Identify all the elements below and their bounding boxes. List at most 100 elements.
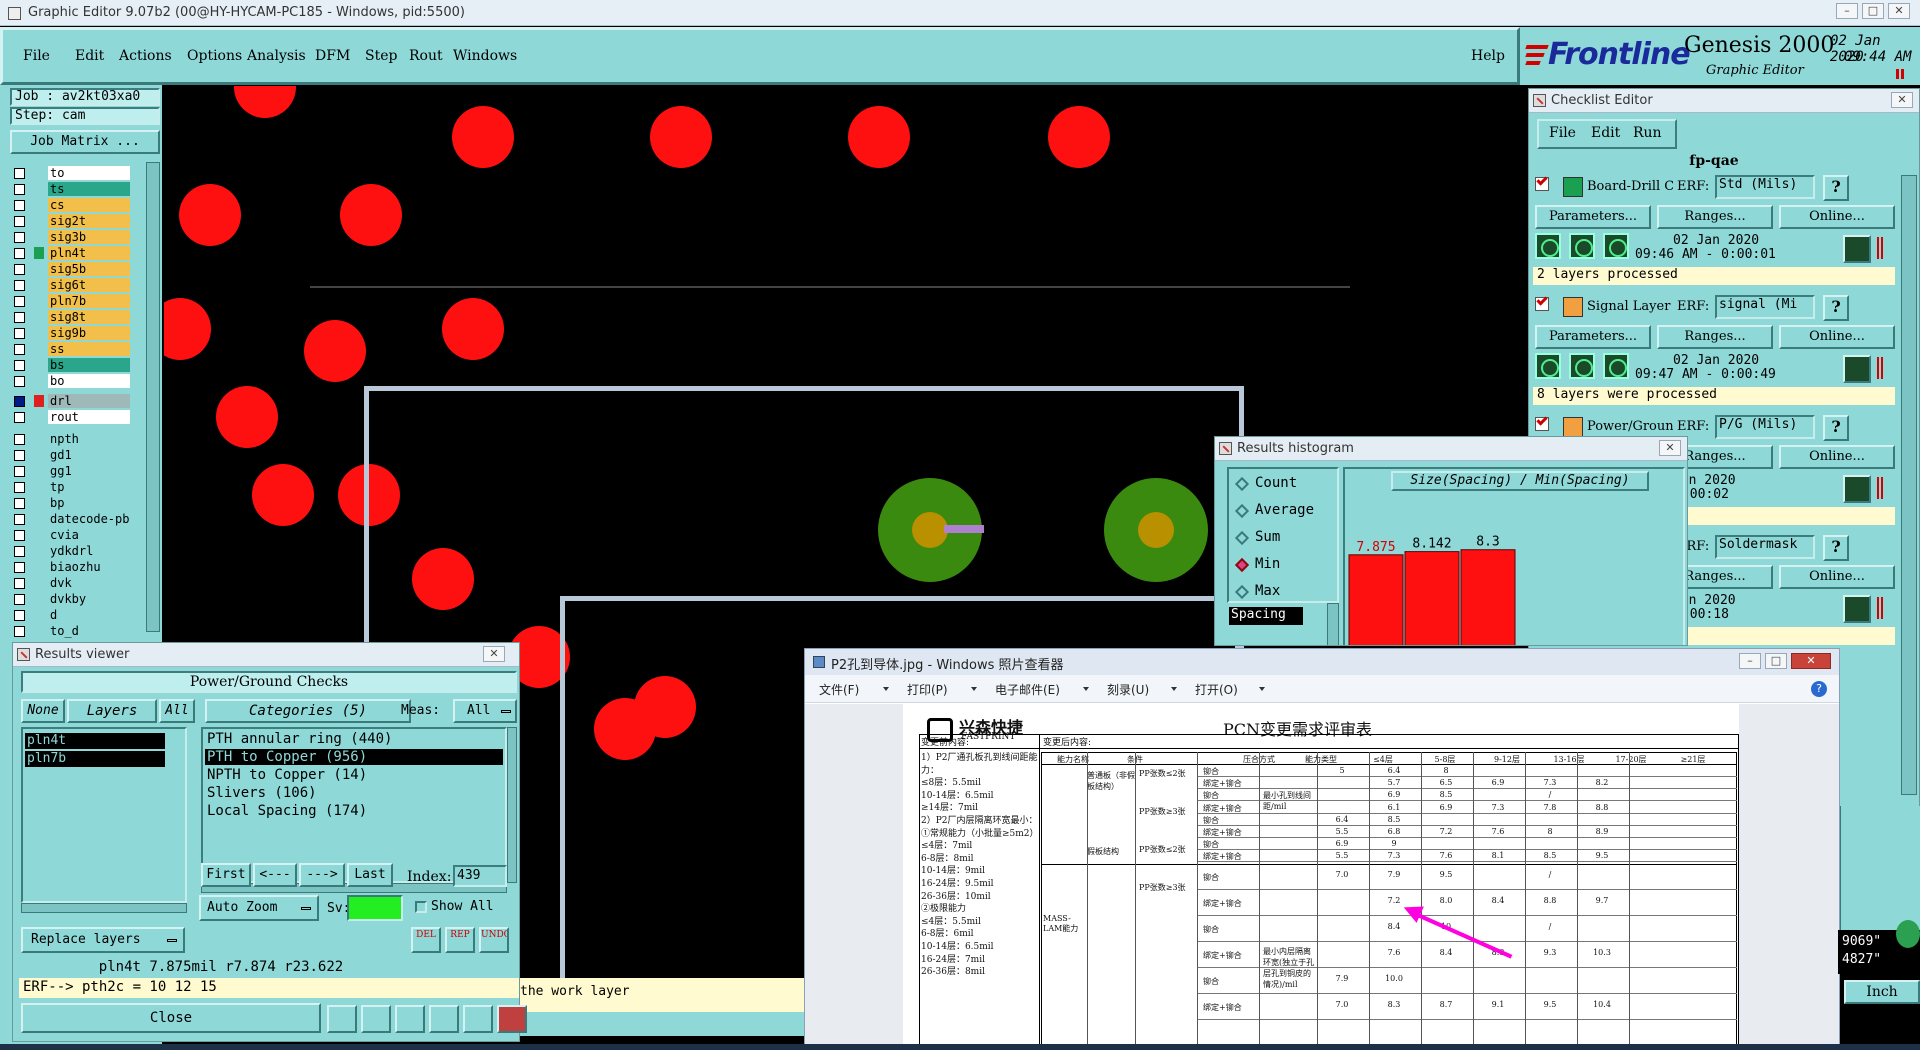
layer-checkbox[interactable] [14, 168, 25, 179]
photo-maximize-button[interactable]: □ [1765, 653, 1787, 669]
parameters-button[interactable]: Parameters... [1535, 205, 1651, 229]
check-item-help-button[interactable]: ? [1823, 535, 1849, 561]
histogram-options-scrollbar[interactable] [1327, 603, 1339, 645]
layer-row[interactable]: bp [14, 496, 132, 511]
run-check-icon[interactable] [1569, 233, 1595, 259]
histogram-radio-sum[interactable] [1234, 530, 1250, 546]
histogram-radio-count[interactable] [1234, 476, 1250, 492]
rep-button[interactable]: REP [445, 927, 475, 953]
layer-checkbox[interactable] [14, 344, 25, 355]
help-icon[interactable]: ? [1811, 681, 1827, 697]
auto-zoom-dropdown[interactable]: Auto Zoom [199, 895, 319, 921]
red-pad[interactable] [234, 86, 296, 118]
photo-menu-item[interactable]: 打印(P) [907, 681, 948, 698]
results-category-item[interactable]: NPTH to Copper (14) [205, 767, 503, 783]
layer-row[interactable]: to [14, 166, 132, 181]
layer-row[interactable]: cvia [14, 528, 132, 543]
layer-checkbox[interactable] [14, 482, 25, 493]
layer-row[interactable]: rout [14, 410, 132, 425]
layer-checkbox[interactable] [14, 450, 25, 461]
zoom-results-icon[interactable] [1843, 475, 1871, 503]
online-button[interactable]: Online... [1779, 325, 1895, 349]
checklist-close-button[interactable]: ✕ [1891, 92, 1913, 108]
layer-checkbox[interactable] [14, 264, 25, 275]
red-pad[interactable] [650, 106, 712, 168]
layer-row[interactable]: gd1 [14, 448, 132, 463]
layer-checkbox[interactable] [14, 248, 25, 259]
check-item-erf-value[interactable]: Std (Mils) [1715, 175, 1815, 199]
results-layer-item[interactable]: pln7b [25, 751, 165, 767]
layer-checkbox[interactable] [14, 312, 25, 323]
layer-checkbox[interactable] [14, 434, 25, 445]
layer-checkbox[interactable] [14, 216, 25, 227]
zoom-results-icon[interactable] [1843, 595, 1871, 623]
layer-checkbox[interactable] [14, 396, 25, 407]
inch-unit-button[interactable]: Inch [1844, 980, 1920, 1004]
histogram-icon[interactable] [497, 1005, 527, 1033]
prev-button[interactable]: <--- [253, 863, 297, 887]
undo-button[interactable]: UNDO [479, 927, 509, 953]
layer-row[interactable]: gg1 [14, 464, 132, 479]
spacing-label[interactable]: Spacing [1229, 607, 1303, 625]
layer-row[interactable]: bo [14, 374, 132, 389]
layer-row[interactable]: sig3b [14, 230, 132, 245]
menu-options[interactable]: Options [187, 48, 242, 64]
layer-row[interactable]: sig2t [14, 214, 132, 229]
results-category-item[interactable]: PTH to Copper (956) [205, 749, 503, 765]
layer-row[interactable]: d [14, 608, 132, 623]
online-button[interactable]: Online... [1779, 205, 1895, 229]
layer-row[interactable]: sig9b [14, 326, 132, 341]
layer-row[interactable]: pln7b [14, 294, 132, 309]
layer-checkbox[interactable] [14, 594, 25, 605]
ranges-button[interactable]: Ranges... [1657, 205, 1773, 229]
layers-all-button[interactable]: All [159, 699, 195, 723]
red-pad[interactable] [1048, 106, 1110, 168]
histogram-radio-average[interactable] [1234, 503, 1250, 519]
close-results-button[interactable]: Close [21, 1003, 321, 1033]
layer-row[interactable]: biaozhu [14, 560, 132, 575]
chart-icon[interactable] [327, 1005, 357, 1033]
menu-edit[interactable]: Edit [75, 48, 104, 64]
layer-row[interactable]: npth [14, 432, 132, 447]
photo-minimize-button[interactable]: – [1739, 653, 1761, 669]
layer-row[interactable]: sig5b [14, 262, 132, 277]
check-item-help-button[interactable]: ? [1823, 175, 1849, 201]
red-pad[interactable] [216, 386, 278, 448]
results-category-item[interactable]: Local Spacing (174) [205, 803, 503, 819]
parameters-button[interactable]: Parameters... [1535, 325, 1651, 349]
layer-checkbox[interactable] [14, 296, 25, 307]
check-item-help-button[interactable]: ? [1823, 295, 1849, 321]
minimize-button[interactable]: – [1836, 3, 1858, 19]
job-matrix-button[interactable]: Job Matrix ... [10, 130, 160, 154]
red-pad[interactable] [452, 106, 514, 168]
red-pad[interactable] [340, 184, 402, 246]
menu-file[interactable]: File [23, 48, 50, 64]
layer-row[interactable]: ts [14, 182, 132, 197]
check-item-erf-value[interactable]: P/G (Mils) [1715, 415, 1815, 439]
menu-actions[interactable]: Actions [119, 48, 172, 64]
results-layer-item[interactable]: pln4t [25, 733, 165, 749]
results-category-item[interactable]: Slivers (106) [205, 785, 503, 801]
layer-row[interactable]: pln4t [14, 246, 132, 261]
photo-menu-item[interactable]: 打开(O) [1195, 681, 1238, 698]
histogram-close-button[interactable]: ✕ [1659, 440, 1681, 456]
checklist-scrollbar[interactable] [1901, 175, 1917, 795]
zoom-results-icon[interactable] [1843, 355, 1871, 383]
layer-checkbox[interactable] [14, 514, 25, 525]
check-item-erf-value[interactable]: signal (Mi [1715, 295, 1815, 319]
sv-color-swatch[interactable] [347, 895, 403, 921]
close-button[interactable]: ✕ [1888, 3, 1910, 19]
layer-checkbox[interactable] [14, 578, 25, 589]
layer-checkbox[interactable] [14, 200, 25, 211]
next-button[interactable]: ---> [299, 863, 345, 887]
show-all-checkbox[interactable] [415, 901, 427, 913]
menu-windows[interactable]: Windows [453, 48, 517, 64]
layer-row[interactable]: datecode-pbe [14, 512, 132, 527]
layer-checkbox[interactable] [14, 546, 25, 557]
red-pad[interactable] [252, 464, 314, 526]
layer-checkbox[interactable] [14, 232, 25, 243]
layer-checkbox[interactable] [14, 498, 25, 509]
zoom-results-icon[interactable] [1843, 235, 1871, 263]
photo-menu-item[interactable]: 电子邮件(E) [995, 681, 1060, 698]
layer-row[interactable]: cs [14, 198, 132, 213]
